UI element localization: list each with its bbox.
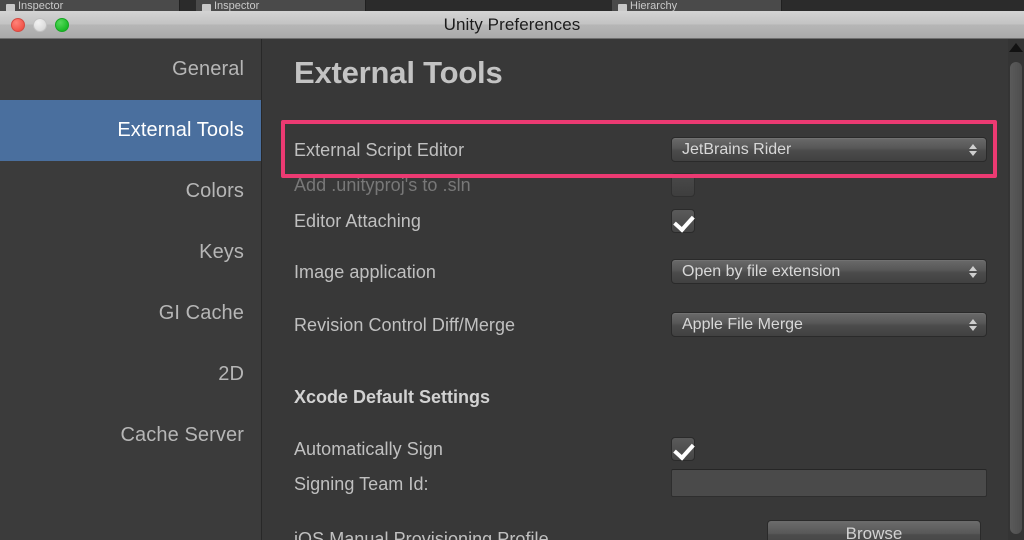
background-editor-tabstrip: Inspector Inspector Hierarchy (0, 0, 1024, 11)
add-unityproj-checkbox[interactable] (671, 173, 695, 197)
preferences-main-panel: External Tools External Script Editor Je… (263, 39, 1024, 540)
external-script-editor-label: External Script Editor (294, 139, 465, 160)
revision-control-label: Revision Control Diff/Merge (294, 314, 516, 335)
background-tab-hierarchy[interactable]: Hierarchy (612, 0, 782, 11)
editor-attaching-checkbox[interactable] (671, 209, 695, 233)
external-script-editor-value: JetBrains Rider (682, 140, 792, 158)
image-application-label: Image application (294, 261, 436, 282)
browse-button[interactable]: Browse (767, 520, 981, 540)
scrollbar-thumb[interactable] (1010, 62, 1022, 534)
sidebar-item-2d[interactable]: 2D (0, 344, 261, 405)
sidebar-item-label: Cache Server (120, 424, 244, 446)
sidebar-item-label: Colors (185, 180, 244, 202)
vertical-scrollbar[interactable] (1008, 39, 1024, 540)
inspector-icon (202, 4, 211, 11)
automatically-sign-row: Automatically Sign (294, 434, 1014, 464)
window-controls (11, 18, 69, 32)
sidebar-item-general[interactable]: General (0, 39, 261, 100)
editor-attaching-row: Editor Attaching (294, 206, 1014, 236)
signing-team-id-input[interactable] (671, 469, 987, 497)
sidebar-item-gi-cache[interactable]: GI Cache (0, 283, 261, 344)
chevron-updown-icon (969, 265, 977, 278)
sidebar-item-label: General (172, 58, 244, 80)
sidebar-item-label: GI Cache (158, 302, 244, 324)
sidebar-item-label: Keys (199, 241, 244, 263)
background-tab-label: Inspector (214, 0, 260, 12)
page-title: External Tools (294, 55, 503, 90)
image-application-value: Open by file extension (682, 262, 841, 280)
image-application-dropdown[interactable]: Open by file extension (671, 259, 987, 284)
automatically-sign-label: Automatically Sign (294, 438, 443, 459)
ios-provisioning-label: iOS Manual Provisioning Profile (294, 528, 549, 540)
signing-team-id-label: Signing Team Id: (294, 473, 429, 494)
background-tab-label: Hierarchy (630, 0, 678, 12)
editor-attaching-label: Editor Attaching (294, 210, 421, 231)
background-tab-label: Inspector (18, 0, 64, 12)
sidebar-item-keys[interactable]: Keys (0, 222, 261, 283)
revision-control-value: Apple File Merge (682, 315, 803, 333)
minimize-button[interactable] (33, 18, 47, 32)
background-tab-inspector-2[interactable]: Inspector (196, 0, 366, 11)
preferences-body: General External Tools Colors Keys GI Ca… (0, 39, 1024, 540)
browse-button-label: Browse (767, 520, 981, 540)
inspector-icon (6, 4, 15, 11)
sidebar-item-label: 2D (218, 363, 244, 385)
unity-preferences-window: Inspector Inspector Hierarchy Unity Pref… (0, 0, 1024, 540)
revision-control-dropdown[interactable]: Apple File Merge (671, 312, 987, 337)
scroll-up-arrow-icon[interactable] (1009, 43, 1023, 52)
sidebar-item-colors[interactable]: Colors (0, 161, 261, 222)
window-titlebar[interactable]: Unity Preferences (0, 11, 1024, 39)
add-unityproj-label: Add .unityproj's to .sln (294, 174, 471, 195)
hierarchy-icon (618, 4, 627, 11)
background-tab-inspector-1[interactable]: Inspector (0, 0, 180, 11)
zoom-button[interactable] (55, 18, 69, 32)
external-script-editor-dropdown[interactable]: JetBrains Rider (671, 137, 987, 162)
chevron-updown-icon (969, 143, 977, 156)
preferences-sidebar: General External Tools Colors Keys GI Ca… (0, 39, 262, 540)
chevron-updown-icon (969, 318, 977, 331)
sidebar-item-cache-server[interactable]: Cache Server (0, 405, 261, 466)
add-unityproj-row: Add .unityproj's to .sln (294, 170, 1014, 200)
window-title: Unity Preferences (443, 14, 581, 34)
automatically-sign-checkbox[interactable] (671, 437, 695, 461)
sidebar-item-external-tools[interactable]: External Tools (0, 100, 261, 161)
close-button[interactable] (11, 18, 25, 32)
xcode-section-heading: Xcode Default Settings (294, 387, 491, 407)
sidebar-item-label: External Tools (117, 119, 244, 141)
